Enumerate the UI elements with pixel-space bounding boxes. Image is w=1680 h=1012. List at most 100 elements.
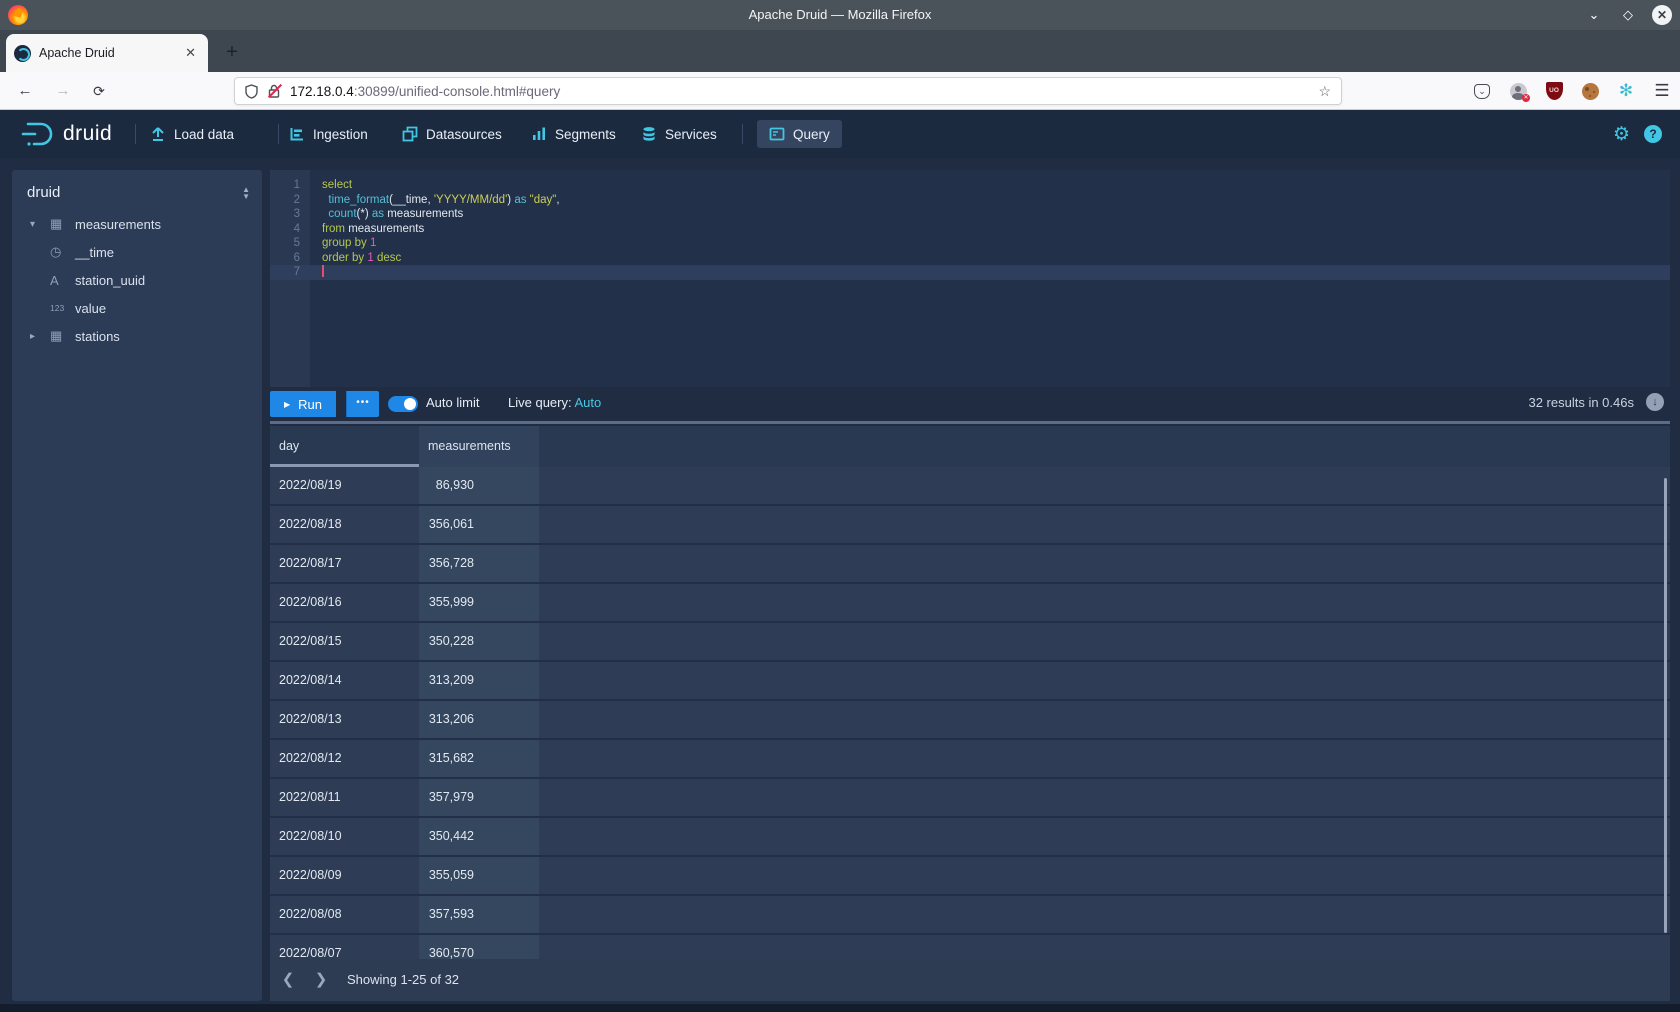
cell-measurements: 315,682 — [419, 740, 539, 777]
editor-line-5[interactable]: 5group by 1 — [270, 236, 1670, 251]
lock-slash-icon[interactable] — [268, 84, 280, 98]
cell-day: 2022/08/12 — [270, 740, 419, 777]
druid-brand[interactable]: druid — [20, 110, 112, 158]
run-button[interactable]: ▶Run — [270, 391, 336, 417]
table-row: 2022/08/07360,570 — [270, 935, 1670, 959]
nav-item-query[interactable]: Query — [757, 120, 842, 148]
nav-item-services[interactable]: Services — [641, 110, 717, 158]
datasources-icon — [402, 126, 418, 142]
gear-icon[interactable]: ⚙ — [1613, 123, 1630, 146]
query-icon — [769, 126, 785, 142]
browser-toolbar: ← → ⟳ 172.18.0.4:30899/unified-console.h… — [0, 72, 1680, 110]
cell-measurements: 357,979 — [419, 779, 539, 816]
pagination-label: Showing 1-25 of 32 — [347, 972, 459, 987]
table-row: 2022/08/18356,061 — [270, 506, 1670, 545]
tree-item-station-uuid[interactable]: Astation_uuid — [12, 266, 262, 294]
nav-item-ingestion[interactable]: Ingestion — [289, 110, 368, 158]
pagination: ❮ ❯ Showing 1-25 of 32 — [270, 959, 1670, 1001]
extension-spark-icon[interactable]: ✻ — [1608, 79, 1644, 103]
cell-day: 2022/08/11 — [270, 779, 419, 816]
tab-title: Apache Druid — [39, 46, 181, 60]
url-host: 172.18.0.4 — [290, 84, 354, 99]
star-icon[interactable]: ☆ — [1318, 83, 1331, 100]
cell-measurements: 86,930 — [419, 467, 539, 504]
url-path: :30899/unified-console.html#query — [354, 84, 560, 99]
table-scrollbar[interactable] — [1664, 478, 1667, 933]
pocket-icon[interactable]: ⌄ — [1464, 79, 1500, 103]
editor-line-3[interactable]: 3 count(*) as measurements — [270, 207, 1670, 222]
menu-icon[interactable]: ☰ — [1644, 79, 1680, 103]
cell-measurements: 350,228 — [419, 623, 539, 660]
druid-logo-icon — [20, 120, 56, 148]
forward-button[interactable]: → — [50, 79, 76, 103]
cell-measurements: 355,059 — [419, 857, 539, 894]
tab-bar: Apache Druid ✕ + — [0, 30, 1680, 72]
table-body: 2022/08/1986,9302022/08/18356,0612022/08… — [270, 467, 1670, 959]
splitter-handle[interactable] — [270, 421, 1670, 424]
shield-icon[interactable] — [245, 84, 258, 99]
sql-editor[interactable]: 1select2 time_format(__time, 'YYYY/MM/dd… — [270, 170, 1670, 387]
number-icon: 123 — [50, 303, 70, 313]
column-header-day[interactable]: day — [270, 426, 419, 467]
cell-day: 2022/08/14 — [270, 662, 419, 699]
tree-item-value[interactable]: 123value — [12, 294, 262, 322]
schema-tree: ▾▦measurements◷__timeAstation_uuid123val… — [12, 210, 262, 350]
url-text[interactable]: 172.18.0.4:30899/unified-console.html#qu… — [290, 84, 1310, 99]
nav-item-datasources[interactable]: Datasources — [402, 110, 502, 158]
schema-name: druid — [27, 184, 242, 201]
new-tab-button[interactable]: + — [218, 38, 246, 66]
cell-day: 2022/08/10 — [270, 818, 419, 855]
column-header-measurements[interactable]: measurements — [419, 426, 539, 467]
next-page-icon[interactable]: ❯ — [311, 970, 331, 988]
run-more-button[interactable]: ••• — [346, 391, 379, 417]
prev-page-icon[interactable]: ❮ — [278, 970, 298, 988]
editor-line-6[interactable]: 6order by 1 desc — [270, 251, 1670, 266]
table-row: 2022/08/1986,930 — [270, 467, 1670, 506]
cell-day: 2022/08/08 — [270, 896, 419, 933]
services-icon — [641, 126, 657, 142]
string-icon: A — [50, 273, 70, 288]
editor-line-1[interactable]: 1select — [270, 178, 1670, 193]
editor-line-4[interactable]: 4from measurements — [270, 222, 1670, 237]
table-row: 2022/08/17356,728 — [270, 545, 1670, 584]
sort-icon[interactable]: ▲▼ — [242, 186, 250, 200]
table-row: 2022/08/08357,593 — [270, 896, 1670, 935]
window-minimize-button[interactable]: ⌄ — [1584, 5, 1604, 25]
cell-day: 2022/08/19 — [270, 467, 419, 504]
schema-sidebar: druid ▲▼ ▾▦measurements◷__timeAstation_u… — [12, 170, 262, 1001]
cookie-icon[interactable] — [1572, 79, 1608, 103]
browser-tab[interactable]: Apache Druid ✕ — [6, 34, 208, 72]
url-bar[interactable]: 172.18.0.4:30899/unified-console.html#qu… — [234, 77, 1342, 105]
time-icon: ◷ — [50, 244, 70, 260]
tree-item-measurements[interactable]: ▾▦measurements — [12, 210, 262, 238]
table-row: 2022/08/09355,059 — [270, 857, 1670, 896]
live-query-label: Live query: Auto — [508, 395, 601, 410]
ublock-icon[interactable]: UO — [1536, 79, 1572, 103]
help-icon[interactable]: ? — [1644, 125, 1662, 143]
tree-item-stations[interactable]: ▸▦stations — [12, 322, 262, 350]
editor-line-7[interactable]: 7 — [270, 265, 1670, 280]
tab-close-icon[interactable]: ✕ — [181, 43, 200, 63]
tree-item---time[interactable]: ◷__time — [12, 238, 262, 266]
back-button[interactable]: ← — [12, 79, 38, 103]
window-maximize-button[interactable]: ◇ — [1618, 5, 1638, 25]
cell-measurements: 313,209 — [419, 662, 539, 699]
table-row: 2022/08/16355,999 — [270, 584, 1670, 623]
window-titlebar: Apache Druid — Mozilla Firefox ⌄ ◇ ✕ — [0, 0, 1680, 30]
editor-line-2[interactable]: 2 time_format(__time, 'YYYY/MM/dd') as "… — [270, 193, 1670, 208]
results-panel: day measurements 2022/08/1986,9302022/08… — [270, 426, 1670, 1001]
cell-day: 2022/08/16 — [270, 584, 419, 621]
download-icon[interactable]: ↓ — [1646, 393, 1664, 411]
live-query-value[interactable]: Auto — [575, 395, 602, 410]
text-cursor — [322, 265, 324, 277]
nav-item-load-data[interactable]: Load data — [150, 110, 234, 158]
cell-measurements: 357,593 — [419, 896, 539, 933]
nav-item-segments[interactable]: Segments — [531, 110, 616, 158]
druid-favicon-icon — [14, 45, 31, 62]
window-close-button[interactable]: ✕ — [1652, 5, 1672, 25]
table-row: 2022/08/11357,979 — [270, 779, 1670, 818]
reload-button[interactable]: ⟳ — [86, 79, 112, 103]
auto-limit-toggle[interactable] — [388, 396, 418, 412]
profile-blocked-icon[interactable]: ✕ — [1500, 79, 1536, 103]
screen: Apache Druid — Mozilla Firefox ⌄ ◇ ✕ Apa… — [0, 0, 1680, 1012]
